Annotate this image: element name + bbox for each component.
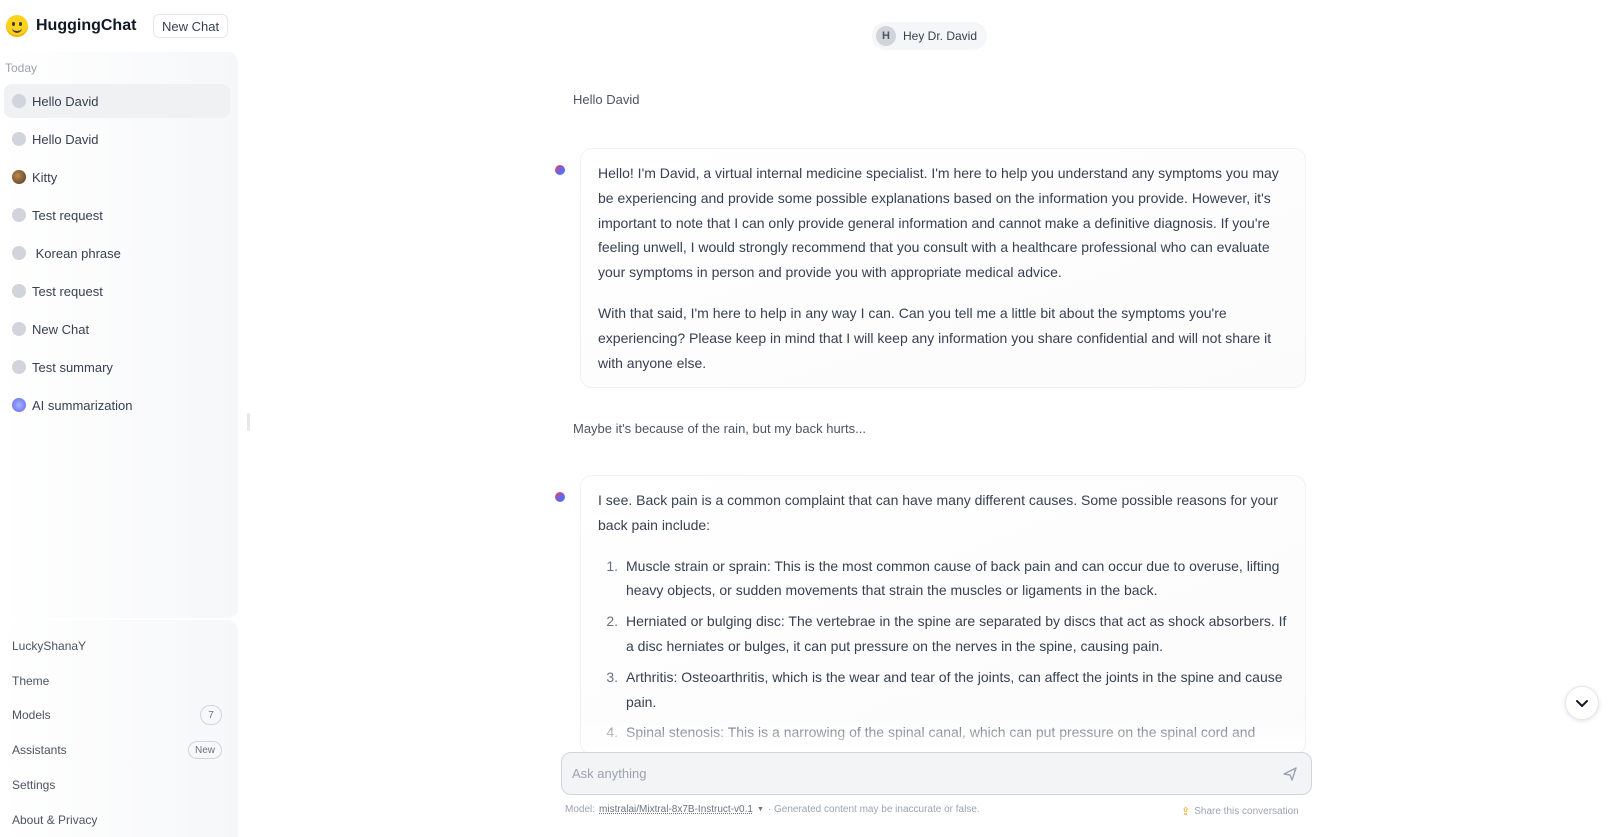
about-label: About & Privacy bbox=[12, 813, 98, 827]
send-button[interactable] bbox=[1281, 765, 1299, 783]
model-prefix: Model: bbox=[565, 804, 596, 815]
username-link[interactable]: LuckyShanaY bbox=[12, 635, 222, 657]
conversation-label: Test request bbox=[32, 207, 103, 223]
assistants-link[interactable]: Assistants New bbox=[12, 739, 222, 761]
conversation-item[interactable]: AI summarization bbox=[4, 388, 230, 422]
settings-link[interactable]: Settings bbox=[12, 774, 222, 796]
list-number: 1. bbox=[606, 557, 618, 574]
disclaimer: · Generated content may be inaccurate or… bbox=[767, 804, 980, 815]
assistant-message: I see. Back pain is a common complaint t… bbox=[580, 475, 1306, 755]
message-paragraph: Hello! I'm David, a virtual internal med… bbox=[598, 165, 1279, 281]
conversation-label: Hello David bbox=[32, 131, 99, 147]
sidebar: HuggingChat New Chat Today Hello David H… bbox=[0, 0, 240, 837]
conversation-item[interactable]: Test request bbox=[4, 198, 230, 232]
user-message: Hello David bbox=[573, 92, 640, 107]
conversation-avatar-icon bbox=[12, 94, 26, 108]
list-number: 4. bbox=[606, 724, 618, 741]
conversation-item[interactable]: Hello David bbox=[4, 84, 230, 118]
message-paragraph: I see. Back pain is a common complaint t… bbox=[598, 492, 1278, 533]
send-icon bbox=[1283, 767, 1297, 781]
chat-input-box bbox=[561, 752, 1312, 795]
conversation-avatar-icon bbox=[12, 246, 26, 260]
conversation-label: Test summary bbox=[32, 359, 113, 375]
conversation-item[interactable]: Kitty bbox=[4, 160, 230, 194]
list-text: Arthritis: Osteoarthritis, which is the … bbox=[626, 668, 1283, 710]
settings-label: Settings bbox=[12, 778, 56, 792]
conversation-avatar-icon bbox=[12, 360, 26, 374]
conversation-label: AI summarization bbox=[32, 397, 133, 413]
share-label: Share this conversation bbox=[1194, 806, 1299, 817]
conversation-avatar-icon bbox=[12, 284, 26, 298]
ai-avatar-icon bbox=[12, 398, 26, 412]
list-item: 2. Herniated or bulging disc: The verteb… bbox=[598, 609, 1287, 659]
section-label-today: Today bbox=[5, 61, 38, 75]
conversation-avatar-icon bbox=[12, 322, 26, 336]
models-count-badge: 7 bbox=[200, 705, 222, 725]
conversation-item[interactable]: Korean phrase bbox=[4, 236, 230, 270]
new-badge: New bbox=[187, 741, 222, 759]
conversation-item[interactable]: Test request bbox=[4, 274, 230, 308]
conversation-list: Hello David Hello David Kitty Test reque… bbox=[4, 84, 230, 426]
conversation-label: Kitty bbox=[32, 169, 58, 185]
chat-input[interactable] bbox=[572, 753, 1222, 794]
list-text: Muscle strain or sprain: This is the mos… bbox=[626, 557, 1280, 599]
message-list: 1. Muscle strain or sprain: This is the … bbox=[598, 554, 1287, 746]
huggingface-logo-icon bbox=[6, 15, 28, 37]
conversation-label: New Chat bbox=[32, 321, 90, 337]
conversation-avatar-icon bbox=[12, 208, 26, 222]
dropdown-caret-icon: ▼ bbox=[756, 806, 764, 813]
assistants-label: Assistants bbox=[12, 743, 67, 757]
list-number: 3. bbox=[606, 668, 618, 685]
conversation-item[interactable]: Hello David bbox=[4, 122, 230, 156]
assistant-avatar: H bbox=[876, 26, 896, 46]
conversation-item[interactable]: New Chat bbox=[4, 312, 230, 346]
list-item: 1. Muscle strain or sprain: This is the … bbox=[598, 554, 1287, 604]
new-chat-button[interactable]: New Chat bbox=[153, 14, 229, 38]
assistant-indicator-icon bbox=[555, 165, 565, 175]
list-item: 3. Arthritis: Osteoarthritis, which is t… bbox=[598, 665, 1287, 715]
app: HuggingChat New Chat Today Hello David H… bbox=[0, 0, 1610, 837]
conversation-label: Korean phrase bbox=[32, 245, 121, 261]
list-item: 4. Spinal stenosis: This is a narrowing … bbox=[598, 720, 1287, 745]
conversation-item[interactable]: Test summary bbox=[4, 350, 230, 384]
sidebar-resize-handle[interactable] bbox=[247, 413, 250, 431]
kitty-avatar-icon bbox=[12, 170, 26, 184]
model-info: Model: mistralai/Mixtral-8x7B-Instruct-v… bbox=[565, 804, 980, 815]
scroll-to-bottom-button[interactable] bbox=[1565, 686, 1599, 720]
share-conversation-button[interactable]: ⇪ Share this conversation bbox=[1181, 805, 1299, 818]
list-number: 2. bbox=[606, 613, 618, 630]
theme-button[interactable]: Theme bbox=[12, 670, 222, 692]
share-icon: ⇪ bbox=[1181, 806, 1191, 818]
theme-label: Theme bbox=[12, 674, 50, 688]
conversation-label: Hello David bbox=[32, 93, 99, 109]
assistant-indicator-icon bbox=[555, 492, 565, 502]
list-text: Herniated or bulging disc: The vertebrae… bbox=[626, 613, 1287, 654]
model-link[interactable]: mistralai/Mixtral-8x7B-Instruct-v0.1 bbox=[599, 804, 753, 815]
brand[interactable]: HuggingChat bbox=[6, 12, 136, 40]
chevron-down-icon bbox=[1576, 700, 1588, 707]
brand-name: HuggingChat bbox=[36, 17, 137, 34]
message-paragraph: With that said, I'm here to help in any … bbox=[598, 304, 1272, 371]
models-link[interactable]: Models 7 bbox=[12, 704, 222, 726]
user-message: Maybe it's because of the rain, but my b… bbox=[573, 421, 866, 436]
username: LuckyShanaY bbox=[12, 639, 87, 653]
conversation-avatar-icon bbox=[12, 132, 26, 146]
about-privacy-link[interactable]: About & Privacy bbox=[12, 809, 222, 831]
assistant-pill[interactable]: H Hey Dr. David bbox=[872, 22, 988, 50]
assistant-message: Hello! I'm David, a virtual internal med… bbox=[580, 148, 1306, 388]
conversation-label: Test request bbox=[32, 283, 103, 299]
list-text: Spinal stenosis: This is a narrowing of … bbox=[626, 724, 1256, 741]
models-label: Models bbox=[12, 708, 51, 722]
assistant-name: Hey Dr. David bbox=[903, 29, 978, 43]
